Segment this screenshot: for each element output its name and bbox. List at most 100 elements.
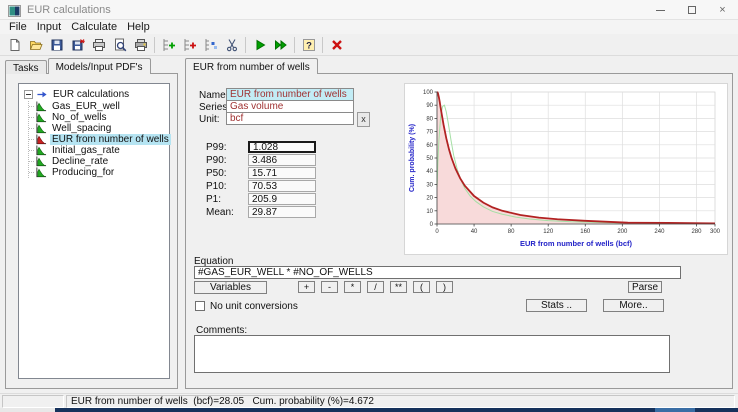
toolbar-help-button[interactable]: ? (298, 35, 319, 54)
svg-text:80: 80 (508, 229, 515, 235)
op-minus-button[interactable]: - (321, 281, 338, 293)
no-unit-conversions-checkbox[interactable] (195, 301, 205, 311)
calculation-arrow-icon (36, 89, 48, 100)
tree-item-well-spacing[interactable]: Well_spacing (29, 123, 169, 134)
tree-expand-toggle[interactable] (24, 90, 33, 99)
tree-item-gas-eur-well[interactable]: Gas_EUR_well (29, 101, 169, 112)
toolbar-page-setup-button[interactable] (130, 35, 151, 54)
tree-item-producing-for[interactable]: Producing_for (29, 167, 169, 178)
toolbar-add-distribution-red-button[interactable] (179, 35, 200, 54)
new-document-icon (8, 38, 22, 52)
equation-input[interactable] (194, 266, 681, 279)
page-setup-icon (134, 38, 148, 52)
toolbar-cut-button[interactable] (221, 35, 242, 54)
run-all-icon (274, 38, 288, 52)
menu-bar: FileInputCalculateHelp (0, 20, 738, 34)
more-button[interactable]: More.. (603, 299, 664, 312)
menu-calculate[interactable]: Calculate (66, 20, 122, 34)
app-window: EUR calculations × FileInputCalculateHel… (0, 0, 738, 412)
percentile-field-p1[interactable] (248, 193, 316, 205)
op-power-button[interactable]: ** (390, 281, 407, 293)
svg-text:40: 40 (471, 229, 478, 235)
tree-item-decline-rate[interactable]: Decline_rate (29, 156, 169, 167)
variables-button[interactable]: Variables (194, 281, 267, 294)
tab-models-input-pdf-s[interactable]: Models/Input PDF's (48, 58, 151, 74)
main-tabstrip: EUR from number of wells (185, 58, 319, 74)
green-distribution-icon (35, 156, 47, 167)
red-distribution-icon (35, 134, 47, 145)
toolbar-open-file-button[interactable] (25, 35, 46, 54)
title-bar: EUR calculations × (0, 0, 738, 20)
tree-item-label: Gas_EUR_well (50, 101, 122, 112)
tree-item-no-of-wells[interactable]: No_of_wells (29, 112, 169, 123)
svg-text:70: 70 (426, 130, 433, 136)
svg-text:EUR from number of wells (bcf: EUR from number of wells (bcf) (520, 239, 633, 248)
percentile-label-mean: Mean: (206, 207, 234, 218)
green-distribution-icon (35, 101, 47, 112)
unit-input[interactable] (226, 112, 354, 125)
percentile-field-p10[interactable] (248, 180, 316, 192)
stats-button[interactable]: Stats .. (526, 299, 587, 312)
percentile-field-p99[interactable] (248, 141, 316, 153)
svg-text:60: 60 (426, 143, 433, 149)
no-unit-conversions-label: No unit conversions (210, 301, 298, 312)
toolbar-new-document-button[interactable] (4, 35, 25, 54)
svg-text:90: 90 (426, 103, 433, 109)
help-icon: ? (302, 38, 316, 52)
probability-chart[interactable]: 0408012016020024028030001020304050607080… (404, 83, 728, 255)
toolbar-print-button[interactable] (88, 35, 109, 54)
svg-text:40: 40 (426, 169, 433, 175)
toolbar-add-distribution-green-button[interactable] (158, 35, 179, 54)
tree-root[interactable]: EUR calculations (24, 89, 169, 100)
open-file-icon (29, 38, 43, 52)
percentile-label-p1: P1: (206, 194, 221, 205)
tree-item-eur-from-number-of-wells[interactable]: EUR from number of wells (29, 134, 169, 145)
svg-text:0: 0 (435, 229, 439, 235)
model-tree: EUR calculations Gas_EUR_wellNo_of_wells… (18, 83, 170, 379)
green-distribution-icon (35, 145, 47, 156)
percentile-field-mean[interactable] (248, 206, 316, 218)
tree-item-label: Well_spacing (50, 123, 113, 134)
percentile-label-p90: P90: (206, 155, 227, 166)
toolbar-print-preview-button[interactable] (109, 35, 130, 54)
tree-item-label: EUR from number of wells (50, 134, 171, 145)
name-label: Name: (199, 90, 228, 101)
save-icon (50, 38, 64, 52)
toolbar-run-button[interactable] (249, 35, 270, 54)
models-panel: EUR calculations Gas_EUR_wellNo_of_wells… (5, 73, 178, 389)
tree-item-initial-gas-rate[interactable]: Initial_gas_rate (29, 145, 169, 156)
menu-file[interactable]: File (4, 20, 32, 34)
toolbar-add-model-button[interactable] (200, 35, 221, 54)
tab-eur-from-number-of-wells[interactable]: EUR from number of wells (185, 58, 318, 74)
toolbar-save-as-button[interactable] (67, 35, 88, 54)
minimize-button[interactable] (645, 0, 676, 20)
tab-tasks[interactable]: Tasks (5, 60, 47, 74)
svg-text:280: 280 (691, 229, 702, 235)
menu-input[interactable]: Input (32, 20, 66, 34)
svg-text:Cum. probability (%): Cum. probability (%) (409, 124, 416, 192)
toolbar-run-all-button[interactable] (270, 35, 291, 54)
toolbar-delete-button[interactable] (326, 35, 347, 54)
percentile-label-p99: P99: (206, 142, 227, 153)
op-multiply-button[interactable]: * (344, 281, 361, 293)
add-distribution-red-icon (183, 38, 197, 52)
comments-textarea[interactable] (194, 335, 670, 373)
unit-select-button[interactable]: x (357, 112, 370, 127)
percentile-row-p10: P10: (186, 180, 326, 192)
percentile-field-p90[interactable] (248, 154, 316, 166)
op-close-paren-button[interactable]: ) (436, 281, 453, 293)
close-button[interactable]: × (707, 0, 738, 20)
green-distribution-icon (35, 112, 47, 123)
maximize-button[interactable] (676, 0, 707, 20)
left-tabstrip: TasksModels/Input PDF's (5, 58, 152, 74)
percentile-field-p50[interactable] (248, 167, 316, 179)
toolbar-separator (322, 37, 323, 53)
toolbar-save-button[interactable] (46, 35, 67, 54)
parse-button[interactable]: Parse (628, 281, 662, 293)
op-open-paren-button[interactable]: ( (413, 281, 430, 293)
op-plus-button[interactable]: + (298, 281, 315, 293)
percentile-row-mean: Mean: (186, 206, 326, 218)
svg-text:30: 30 (426, 182, 433, 188)
op-divide-button[interactable]: / (367, 281, 384, 293)
menu-help[interactable]: Help (122, 20, 155, 34)
